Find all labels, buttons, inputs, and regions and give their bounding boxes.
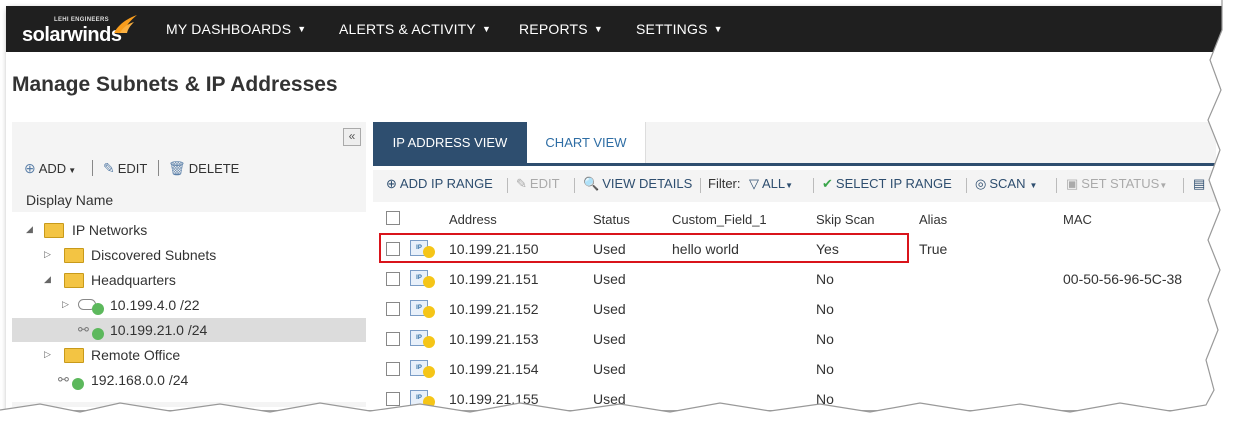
torn-edge-overlay (0, 0, 1234, 423)
